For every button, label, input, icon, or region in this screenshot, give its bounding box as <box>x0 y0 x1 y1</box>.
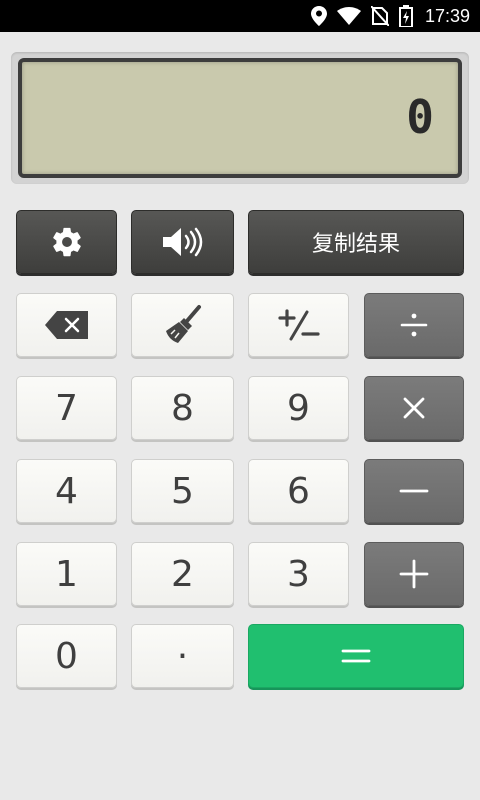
digit-7-button[interactable]: 7 <box>16 376 117 440</box>
broom-icon <box>162 304 204 346</box>
copy-result-button[interactable]: 复制结果 <box>248 210 464 274</box>
plus-button[interactable] <box>364 542 464 606</box>
battery-charging-icon <box>398 5 413 27</box>
plus-minus-icon <box>277 307 321 343</box>
decimal-point-label: · <box>176 635 189 677</box>
settings-button[interactable] <box>16 210 117 274</box>
digit-3-label: 3 <box>287 553 310 595</box>
digit-8-button[interactable]: 8 <box>131 376 234 440</box>
digit-5-button[interactable]: 5 <box>131 459 234 523</box>
sound-button[interactable] <box>131 210 234 274</box>
no-sim-icon <box>370 6 389 26</box>
speaker-icon <box>161 226 205 258</box>
sign-toggle-button[interactable] <box>248 293 349 357</box>
digit-5-label: 5 <box>171 470 194 512</box>
digit-0-label: 0 <box>55 635 78 677</box>
minus-button[interactable] <box>364 459 464 523</box>
backspace-button[interactable] <box>16 293 117 357</box>
equals-button[interactable] <box>248 624 464 688</box>
digit-4-label: 4 <box>55 470 78 512</box>
gear-icon <box>50 225 84 259</box>
digit-3-button[interactable]: 3 <box>248 542 349 606</box>
digit-2-button[interactable]: 2 <box>131 542 234 606</box>
digit-6-label: 6 <box>287 470 310 512</box>
divide-button[interactable] <box>364 293 464 357</box>
digit-9-label: 9 <box>287 387 310 429</box>
lcd-display: 0 <box>18 58 462 178</box>
minus-icon <box>398 487 430 495</box>
digit-8-label: 8 <box>171 387 194 429</box>
display-value: 0 <box>406 90 436 144</box>
status-icons: 17:39 <box>310 0 470 32</box>
copy-result-label: 复制结果 <box>311 232 400 257</box>
multiply-icon <box>400 394 428 422</box>
divide-icon <box>398 309 430 341</box>
status-time: 17:39 <box>424 5 470 26</box>
backspace-icon <box>44 309 90 341</box>
digit-9-button[interactable]: 9 <box>248 376 349 440</box>
clear-button[interactable] <box>131 293 234 357</box>
equals-icon <box>340 646 372 666</box>
decimal-point-button[interactable]: · <box>131 624 234 688</box>
wifi-icon <box>336 7 361 25</box>
location-icon <box>310 6 327 26</box>
digit-2-label: 2 <box>171 553 194 595</box>
plus-icon <box>398 558 430 590</box>
digit-1-label: 1 <box>55 553 78 595</box>
digit-1-button[interactable]: 1 <box>16 542 117 606</box>
digit-6-button[interactable]: 6 <box>248 459 349 523</box>
multiply-button[interactable] <box>364 376 464 440</box>
digit-7-label: 7 <box>55 387 78 429</box>
digit-0-button[interactable]: 0 <box>16 624 117 688</box>
status-bar: 17:39 <box>0 0 480 32</box>
display-frame: 0 <box>11 52 469 184</box>
digit-4-button[interactable]: 4 <box>16 459 117 523</box>
